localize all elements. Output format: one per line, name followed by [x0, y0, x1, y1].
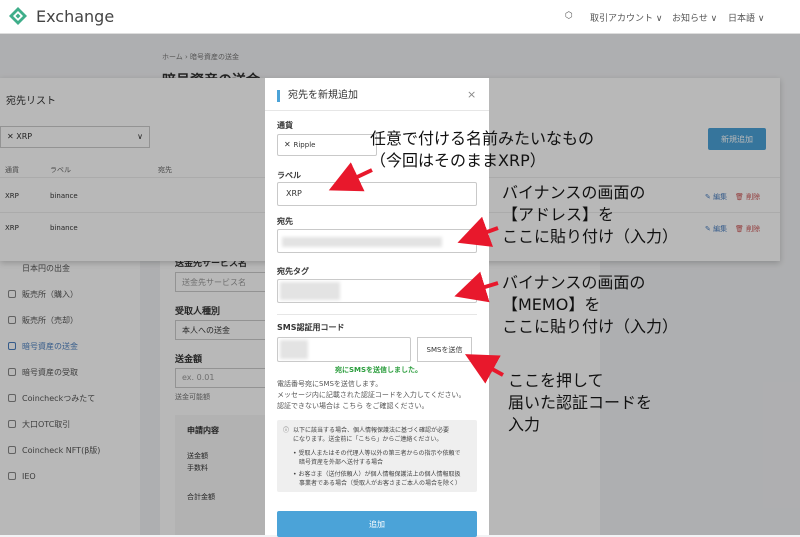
annotation-arrows — [328, 162, 504, 384]
annotation-line: バイナンスの画面の — [502, 273, 646, 292]
arrow-to-tag-input — [454, 271, 499, 303]
arrow-to-label-input — [328, 162, 373, 192]
annotation-line: 任意で付ける名前みたいなもの — [370, 129, 595, 148]
annotation-line: バイナンスの画面の — [502, 183, 646, 202]
annotation-sms-note: ここを押して 届いた認証コードを 入力 — [508, 370, 652, 436]
arrow-to-address-input — [457, 216, 499, 247]
annotation-line: （今回はそのままXRP） — [370, 151, 546, 170]
annotation-line: 【アドレス】を — [502, 205, 615, 224]
annotation-line: 【MEMO】を — [502, 295, 601, 314]
annotation-line: ここに貼り付け（入力） — [502, 227, 679, 246]
annotation-address-note: バイナンスの画面の 【アドレス】を ここに貼り付け（入力） — [502, 182, 678, 248]
annotation-line: 入力 — [508, 415, 541, 434]
annotation-label-note: 任意で付ける名前みたいなもの （今回はそのままXRP） — [370, 128, 594, 172]
annotation-line: 届いた認証コードを — [508, 393, 653, 412]
arrow-to-sms-button — [464, 354, 504, 384]
annotation-line: ここに貼り付け（入力） — [502, 317, 679, 336]
annotation-line: ここを押して — [508, 371, 604, 390]
annotation-memo-note: バイナンスの画面の 【MEMO】を ここに貼り付け（入力） — [502, 272, 678, 338]
